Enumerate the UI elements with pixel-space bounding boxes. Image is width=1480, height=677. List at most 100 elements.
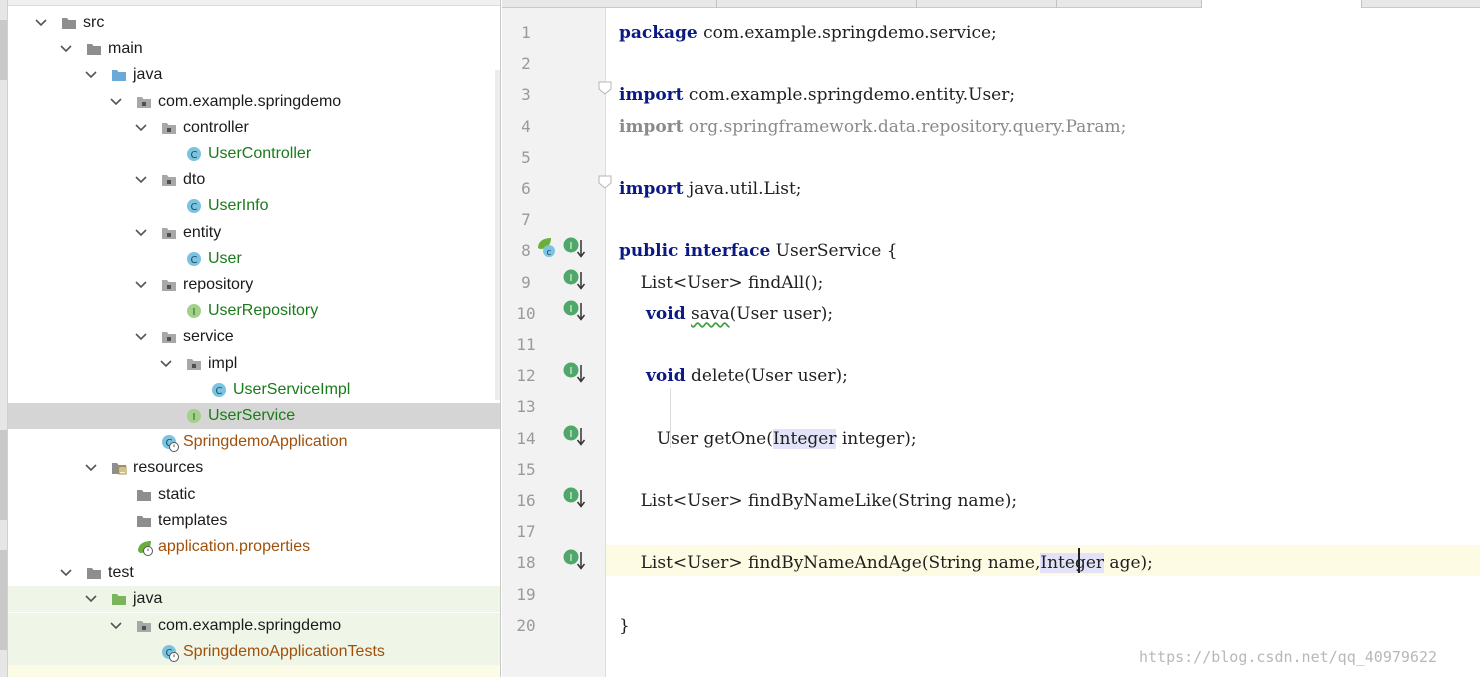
tree-node-java[interactable]: java	[8, 62, 500, 88]
spring-boot-test-icon: C	[161, 644, 179, 662]
chevron-down-icon[interactable]	[160, 359, 172, 369]
package-icon	[186, 356, 202, 372]
favorites-tool-tab[interactable]	[0, 550, 7, 650]
tree-node-label: com.example.springdemo	[158, 616, 342, 634]
chevron-down-icon[interactable]	[85, 70, 97, 80]
spring-bean-icon[interactable]: c	[536, 236, 562, 260]
implemented-method-icon[interactable]: I	[562, 268, 588, 292]
project-tree-scrollbar[interactable]	[495, 70, 500, 400]
chevron-down-icon[interactable]	[135, 332, 147, 342]
code-line[interactable]: import org.springframework.data.reposito…	[619, 116, 1126, 138]
tree-node-label: static	[158, 485, 196, 503]
tree-node-label: templates	[158, 511, 228, 529]
editor-tab[interactable]	[1057, 0, 1202, 8]
code-token: Integer	[1040, 553, 1105, 574]
tree-node-label: SpringdemoApplication	[183, 433, 348, 451]
code-line[interactable]: import java.util.List;	[619, 178, 802, 200]
line-number: 17	[516, 522, 536, 542]
code-line[interactable]: }	[619, 615, 630, 637]
line-number: 13	[516, 397, 536, 417]
tree-node-com-example-springdemo[interactable]: com.example.springdemo	[8, 612, 500, 639]
tree-node-service[interactable]: service	[8, 324, 500, 350]
tree-node-partial[interactable]	[8, 665, 500, 677]
tree-node-resources[interactable]: resources	[8, 455, 500, 481]
implemented-method-icon[interactable]: I	[562, 486, 588, 510]
package-icon	[161, 277, 177, 293]
tree-node-userinfo[interactable]: C UserInfo	[8, 193, 500, 219]
code-line[interactable]: public interface UserService {	[619, 240, 898, 262]
chevron-down-icon[interactable]	[85, 594, 97, 604]
chevron-down-icon[interactable]	[135, 228, 147, 238]
implemented-method-icon[interactable]: I	[562, 424, 588, 448]
editor-tab[interactable]	[1202, 0, 1362, 8]
line-number: 2	[521, 54, 531, 74]
chevron-down-icon[interactable]	[110, 621, 122, 631]
text-caret	[1078, 548, 1080, 573]
tree-node-user[interactable]: C User	[8, 246, 500, 272]
code-line[interactable]: void sava(User user);	[619, 303, 833, 325]
tree-node-userservice[interactable]: I UserService	[8, 403, 500, 429]
code-token: void	[646, 366, 686, 387]
tree-node-java[interactable]: java	[8, 586, 500, 613]
structure-tool-tab[interactable]	[0, 430, 7, 520]
editor-tab[interactable]	[1362, 0, 1480, 8]
line-number: 1	[521, 23, 531, 42]
test-folder-icon	[111, 591, 127, 607]
tree-node-impl[interactable]: impl	[8, 351, 500, 377]
implemented-method-icon[interactable]: I	[562, 361, 588, 385]
tree-node-springdemoapplication[interactable]: C SpringdemoApplication	[8, 429, 500, 455]
code-token: void	[646, 303, 686, 324]
code-line[interactable]: List<User> findByNameLike(String name);	[619, 490, 1018, 512]
tree-node-entity[interactable]: entity	[8, 220, 500, 246]
line-number: 14	[516, 428, 536, 448]
tree-node-static[interactable]: static	[8, 482, 500, 508]
project-tool-tab[interactable]	[0, 20, 7, 80]
svg-text:I: I	[193, 307, 196, 318]
chevron-down-icon[interactable]	[110, 97, 122, 107]
chevron-down-icon[interactable]	[60, 44, 72, 54]
tree-node-main[interactable]: main	[8, 36, 500, 62]
implemented-method-icon[interactable]: I	[562, 548, 588, 572]
package-icon	[136, 94, 152, 110]
chevron-down-icon[interactable]	[85, 463, 97, 473]
tree-node-label: UserService	[208, 407, 296, 424]
fold-marker-icon[interactable]	[598, 175, 612, 189]
chevron-down-icon[interactable]	[60, 568, 72, 578]
code-line[interactable]: List<User> findAll();	[619, 272, 824, 294]
editor-tab[interactable]	[717, 0, 917, 8]
code-token: age);	[1104, 553, 1153, 574]
tree-node-dto[interactable]: dto	[8, 167, 500, 193]
tree-node-userrepository[interactable]: I UserRepository	[8, 298, 500, 324]
chevron-down-icon[interactable]	[135, 175, 147, 185]
tree-node-src[interactable]: src	[8, 10, 500, 36]
tree-node-usercontroller[interactable]: C UserController	[8, 141, 500, 167]
editor-tab[interactable]	[512, 0, 717, 8]
implemented-method-icon[interactable]: I	[562, 299, 588, 323]
tree-node-test[interactable]: test	[8, 560, 500, 586]
folder-icon	[86, 565, 102, 581]
code-line[interactable]: List<User> findByNameAndAge(String name,…	[619, 552, 1153, 574]
svg-text:I: I	[570, 491, 573, 502]
code-line[interactable]: void delete(User user);	[619, 365, 848, 387]
tree-node-application-properties[interactable]: application.properties	[8, 534, 500, 560]
code-editor[interactable]: 1 2 3 4 5 6 7 8 c I 9 I 10 I 11 12 I 13 14 I 15 16 I 17 18 I 19 20 …	[502, 8, 1480, 677]
chevron-down-icon[interactable]	[135, 123, 147, 133]
chevron-down-icon[interactable]	[35, 18, 47, 28]
tree-node-repository[interactable]: repository	[8, 272, 500, 298]
implemented-interface-icon[interactable]: I	[562, 236, 588, 260]
project-tree-header	[8, 0, 500, 6]
code-line[interactable]: User getOne(Integer integer);	[619, 428, 917, 450]
tree-node-com-example-springdemo[interactable]: com.example.springdemo	[8, 89, 500, 115]
code-token: sava	[691, 303, 730, 324]
fold-marker-icon[interactable]	[598, 81, 612, 96]
tree-node-templates[interactable]: templates	[8, 508, 500, 534]
editor-tab[interactable]	[917, 0, 1057, 8]
chevron-down-icon[interactable]	[135, 280, 147, 290]
tree-node-userserviceimpl[interactable]: C UserServiceImpl	[8, 377, 500, 403]
tree-node-controller[interactable]: controller	[8, 115, 500, 141]
code-line[interactable]: package com.example.springdemo.service;	[619, 22, 997, 44]
tree-node-springdemoapplicationtests[interactable]: C SpringdemoApplicationTests	[8, 638, 500, 665]
code-line[interactable]: import com.example.springdemo.entity.Use…	[619, 84, 1015, 106]
line-number: 19	[516, 584, 536, 604]
left-tool-window-strip	[0, 0, 8, 677]
